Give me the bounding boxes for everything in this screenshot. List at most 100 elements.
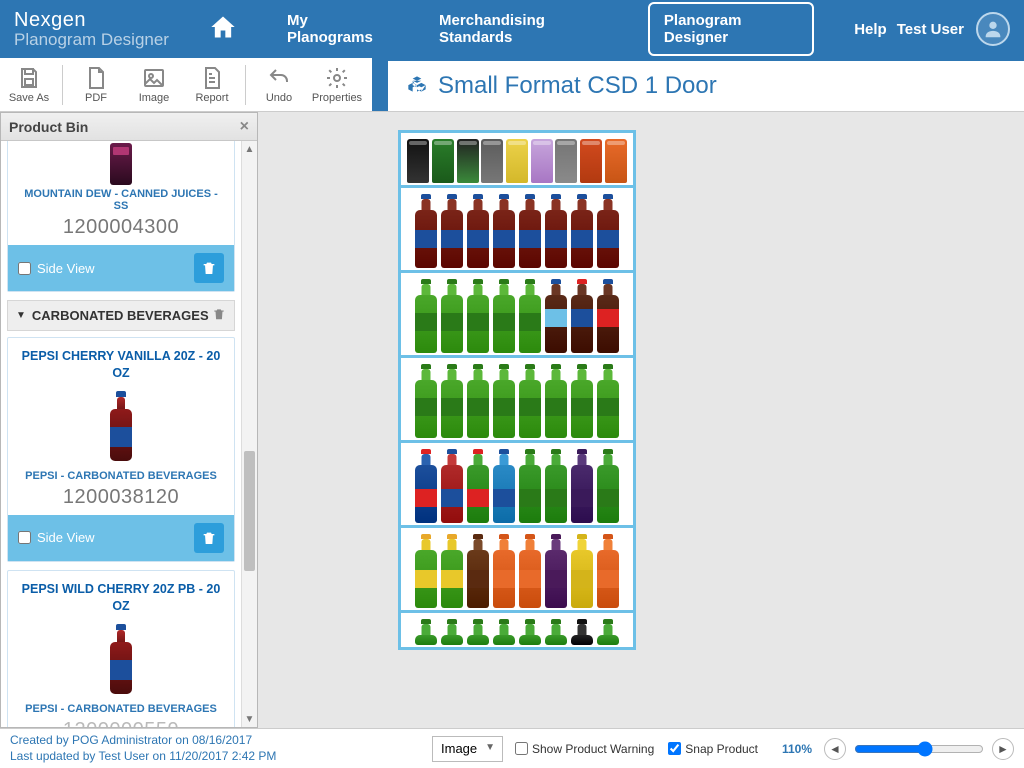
nav-help[interactable]: Help xyxy=(844,15,897,44)
view-mode-select[interactable]: Image xyxy=(432,736,503,762)
facing[interactable] xyxy=(492,449,516,523)
facing[interactable] xyxy=(596,534,620,608)
facing[interactable] xyxy=(440,534,464,608)
facing[interactable] xyxy=(466,364,490,438)
facing[interactable] xyxy=(555,139,578,183)
snap-product-input[interactable] xyxy=(668,742,681,755)
nav-merch-standards[interactable]: Merchandising Standards xyxy=(429,6,618,52)
product-card[interactable]: MOUNTAIN DEW - CANNED JUICES - SS1200004… xyxy=(7,141,235,292)
facing[interactable] xyxy=(481,139,504,183)
facing[interactable] xyxy=(544,194,568,268)
zoom-slider[interactable] xyxy=(854,741,984,757)
shelf[interactable] xyxy=(401,613,633,647)
facing[interactable] xyxy=(518,534,542,608)
facing[interactable] xyxy=(492,279,516,353)
properties-button[interactable]: Properties xyxy=(308,58,366,112)
scroll-down-icon[interactable]: ▼ xyxy=(242,711,257,727)
facing[interactable] xyxy=(466,279,490,353)
facing[interactable] xyxy=(596,449,620,523)
side-view-checkbox[interactable]: Side View xyxy=(18,530,95,545)
facing[interactable] xyxy=(466,619,490,645)
facing[interactable] xyxy=(518,364,542,438)
facing[interactable] xyxy=(544,279,568,353)
scroll-thumb[interactable] xyxy=(244,451,255,571)
facing[interactable] xyxy=(440,279,464,353)
facing[interactable] xyxy=(432,139,455,183)
product-card[interactable]: PEPSI CHERRY VANILLA 20Z - 20 OZPEPSI - … xyxy=(7,337,235,562)
facing[interactable] xyxy=(544,449,568,523)
pdf-button[interactable]: PDF xyxy=(67,58,125,112)
snap-product-checkbox[interactable]: Snap Product xyxy=(668,742,758,756)
facing[interactable] xyxy=(580,139,603,183)
facing[interactable] xyxy=(492,619,516,645)
shelf[interactable] xyxy=(401,443,633,528)
panel-header[interactable]: Product Bin × xyxy=(1,113,257,141)
facing[interactable] xyxy=(604,139,627,183)
delete-button[interactable] xyxy=(194,253,224,283)
zoom-in-button[interactable]: ► xyxy=(992,738,1014,760)
canvas[interactable] xyxy=(258,112,1024,728)
facing[interactable] xyxy=(570,364,594,438)
facing[interactable] xyxy=(596,194,620,268)
facing[interactable] xyxy=(466,194,490,268)
facing[interactable] xyxy=(492,194,516,268)
facing[interactable] xyxy=(440,364,464,438)
facing[interactable] xyxy=(414,194,438,268)
planogram-fixture[interactable] xyxy=(398,130,636,650)
facing[interactable] xyxy=(570,534,594,608)
facing[interactable] xyxy=(456,139,479,183)
image-button[interactable]: Image xyxy=(125,58,183,112)
shelf[interactable] xyxy=(401,188,633,273)
undo-button[interactable]: Undo xyxy=(250,58,308,112)
facing[interactable] xyxy=(570,619,594,645)
facing[interactable] xyxy=(596,619,620,645)
delete-button[interactable] xyxy=(194,523,224,553)
show-warning-input[interactable] xyxy=(515,742,528,755)
shelf[interactable] xyxy=(401,358,633,443)
facing[interactable] xyxy=(596,279,620,353)
facing[interactable] xyxy=(544,534,568,608)
facing[interactable] xyxy=(440,449,464,523)
facing[interactable] xyxy=(518,279,542,353)
facing[interactable] xyxy=(414,534,438,608)
facing[interactable] xyxy=(570,194,594,268)
facing[interactable] xyxy=(466,449,490,523)
facing[interactable] xyxy=(414,364,438,438)
product-card[interactable]: PEPSI WILD CHERRY 20Z PB - 20 OZPEPSI - … xyxy=(7,570,235,727)
home-icon[interactable] xyxy=(209,13,237,46)
facing[interactable] xyxy=(492,364,516,438)
facing[interactable] xyxy=(544,364,568,438)
zoom-out-button[interactable]: ◄ xyxy=(824,738,846,760)
facing[interactable] xyxy=(544,619,568,645)
facing[interactable] xyxy=(530,139,553,183)
shelf[interactable] xyxy=(401,273,633,358)
delete-category-icon[interactable] xyxy=(212,307,226,324)
facing[interactable] xyxy=(518,449,542,523)
facing[interactable] xyxy=(414,449,438,523)
category-header[interactable]: ▼CARBONATED BEVERAGES xyxy=(7,300,235,331)
facing[interactable] xyxy=(466,534,490,608)
facing[interactable] xyxy=(492,534,516,608)
shelf[interactable] xyxy=(401,133,633,188)
facing[interactable] xyxy=(440,194,464,268)
facing[interactable] xyxy=(570,449,594,523)
show-warning-checkbox[interactable]: Show Product Warning xyxy=(515,742,654,756)
facing[interactable] xyxy=(414,279,438,353)
facing[interactable] xyxy=(414,619,438,645)
nav-planogram-designer[interactable]: Planogram Designer xyxy=(648,2,814,56)
facing[interactable] xyxy=(518,619,542,645)
facing[interactable] xyxy=(407,139,430,183)
facing[interactable] xyxy=(570,279,594,353)
scrollbar[interactable]: ▲ ▼ xyxy=(241,141,257,727)
facing[interactable] xyxy=(596,364,620,438)
save-as-button[interactable]: Save As xyxy=(0,58,58,112)
side-view-checkbox[interactable]: Side View xyxy=(18,261,95,276)
shelf[interactable] xyxy=(401,528,633,613)
facing[interactable] xyxy=(506,139,529,183)
user-avatar-icon[interactable] xyxy=(976,12,1010,46)
report-button[interactable]: Report xyxy=(183,58,241,112)
nav-my-planograms[interactable]: My Planograms xyxy=(277,6,399,52)
close-icon[interactable]: × xyxy=(240,118,249,136)
facing[interactable] xyxy=(518,194,542,268)
facing[interactable] xyxy=(440,619,464,645)
